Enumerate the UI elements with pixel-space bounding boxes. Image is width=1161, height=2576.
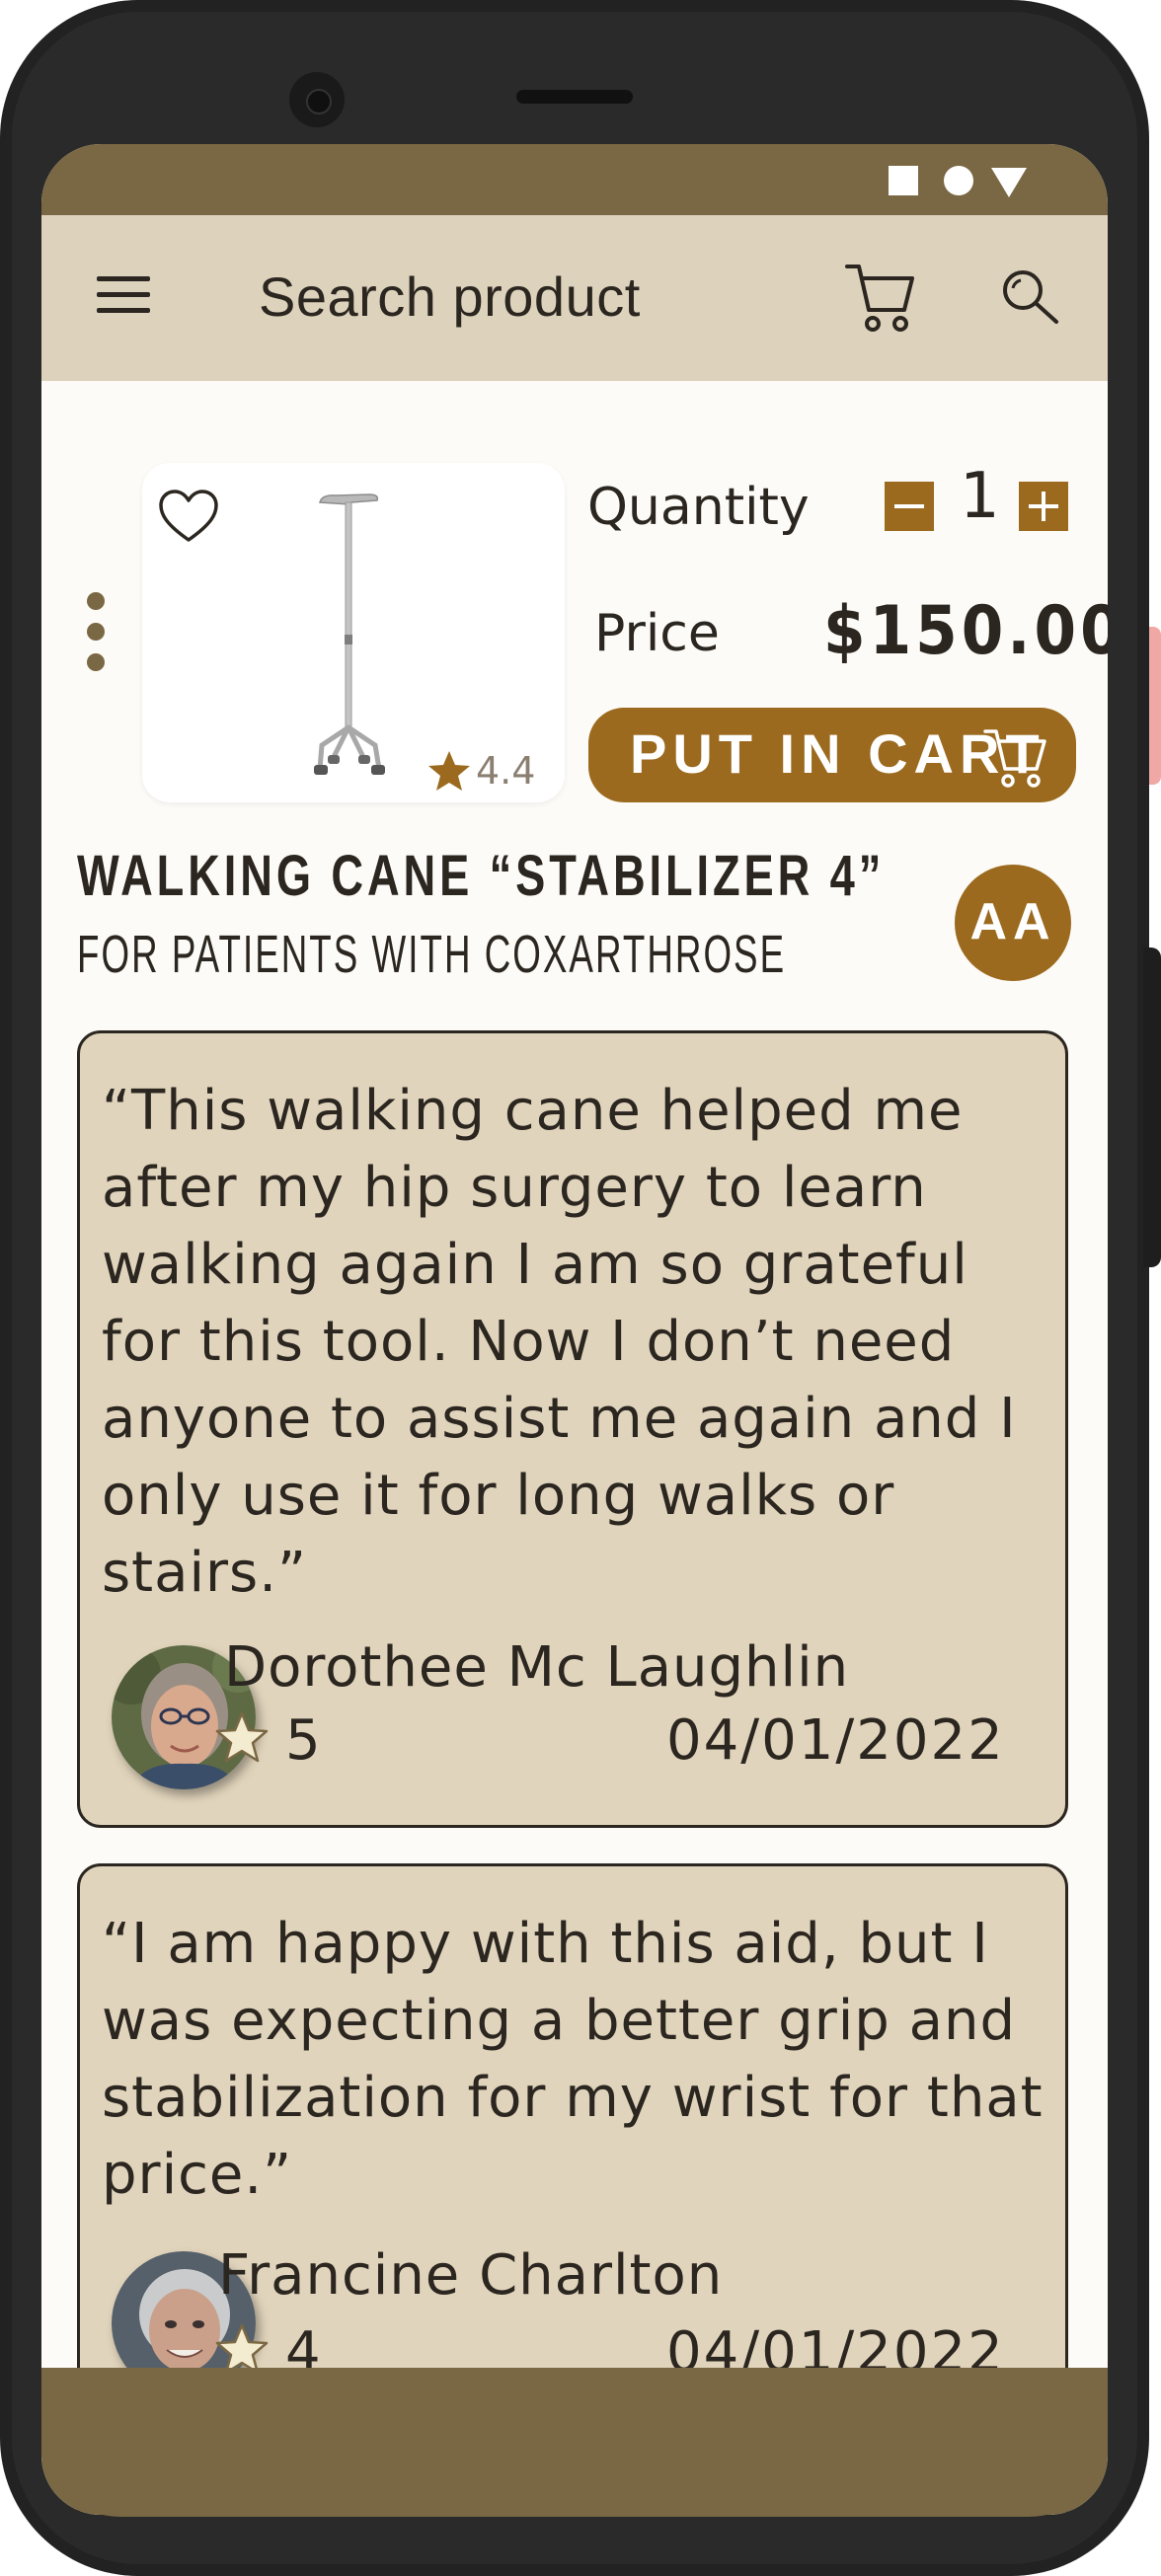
walking-cane-image (314, 493, 385, 775)
product-image-card[interactable]: 4.4 (142, 463, 565, 802)
review-date: 04/01/2022 (666, 1708, 1005, 1773)
phone-chin (41, 2369, 1108, 2517)
rating-star-icon (428, 751, 470, 791)
earpiece-speaker (516, 90, 633, 104)
side-button-power[interactable] (1143, 947, 1161, 1267)
quantity-increase-button[interactable] (1019, 482, 1068, 531)
product-title: WALKING CANE “STABILIZER 4” (77, 844, 886, 908)
review-text: “This walking cane helped me after my hi… (102, 1079, 1017, 1605)
product-rating-value: 4.4 (476, 749, 536, 793)
reviewer-name: Dorothee Mc Laughlin (224, 1635, 850, 1700)
search-icon[interactable] (997, 265, 1062, 330)
quantity-decrease-button[interactable] (885, 482, 934, 531)
put-in-cart-button[interactable]: PUT IN CART (588, 708, 1076, 802)
status-bar (41, 144, 1108, 215)
favorite-heart-icon[interactable] (158, 489, 219, 544)
more-options-icon[interactable] (87, 592, 107, 671)
app-screen: Search product 4.4 Quantity 1 Price $150… (41, 144, 1108, 2515)
review-score: 5 (285, 1708, 321, 1773)
search-product-title[interactable]: Search product (259, 265, 641, 329)
quantity-label: Quantity (587, 478, 810, 537)
review-card: “This walking cane helped me after my hi… (77, 1030, 1068, 1828)
cart-icon (983, 729, 1046, 788)
text-size-label: AA (969, 893, 1056, 950)
app-header: Search product (41, 215, 1108, 381)
side-button-volume[interactable] (1149, 627, 1161, 785)
front-camera (289, 72, 345, 127)
reviewer-name: Francine Charlton (218, 2243, 724, 2308)
text-size-button[interactable]: AA (955, 865, 1071, 981)
status-triangle-icon (991, 168, 1027, 197)
product-subtitle: FOR PATIENTS WITH COXARTHROSE (77, 925, 787, 984)
hamburger-menu-icon[interactable] (97, 276, 150, 316)
quantity-value: 1 (960, 460, 1000, 533)
price-value: $150.00 (823, 592, 1108, 670)
star-outline-icon (215, 1711, 269, 1763)
review-text: “I am happy with this aid, but I was exp… (102, 1912, 1044, 2207)
status-circle-icon (944, 166, 973, 195)
status-square-icon (889, 166, 918, 195)
price-label: Price (594, 604, 720, 663)
cart-icon[interactable] (843, 257, 918, 336)
